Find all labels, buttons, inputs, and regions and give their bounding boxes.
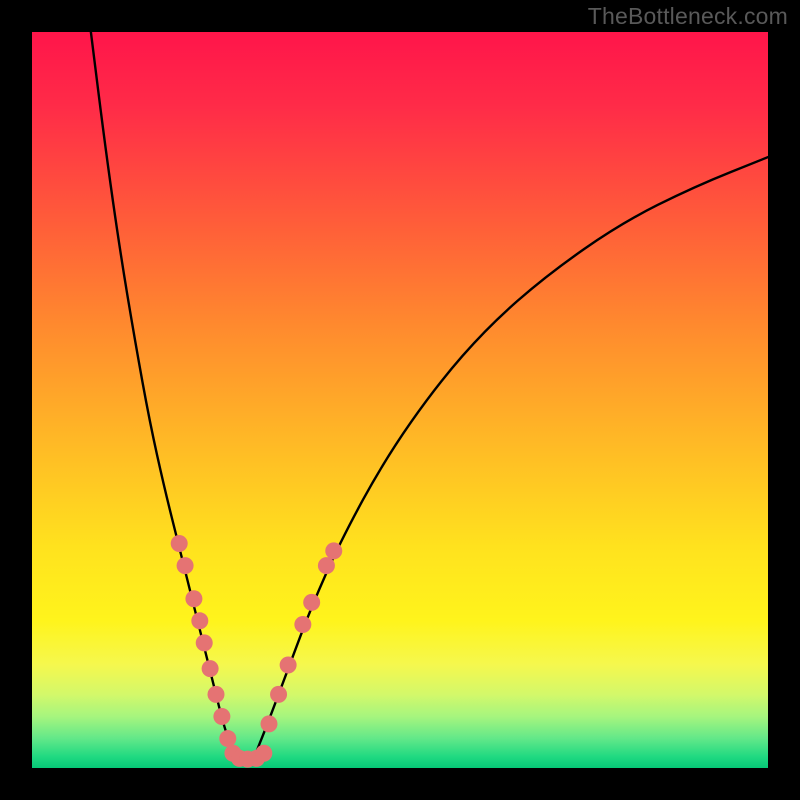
curves-layer bbox=[32, 32, 768, 768]
dot-left bbox=[219, 730, 236, 747]
dot-right bbox=[280, 656, 297, 673]
dot-left bbox=[177, 557, 194, 574]
data-dots bbox=[171, 535, 343, 768]
dot-left bbox=[185, 590, 202, 607]
plot-area bbox=[32, 32, 768, 768]
watermark-text: TheBottleneck.com bbox=[588, 3, 788, 30]
chart-frame: TheBottleneck.com bbox=[0, 0, 800, 800]
dot-left bbox=[196, 634, 213, 651]
dot-left bbox=[213, 708, 230, 725]
dot-right bbox=[325, 542, 342, 559]
dot-right bbox=[303, 594, 320, 611]
dot-right bbox=[270, 686, 287, 703]
dot-right bbox=[318, 557, 335, 574]
dot-bottom bbox=[255, 745, 272, 762]
dot-left bbox=[202, 660, 219, 677]
bottleneck-curve bbox=[91, 32, 768, 761]
v-curve bbox=[91, 32, 768, 761]
dot-left bbox=[171, 535, 188, 552]
dot-right bbox=[260, 715, 277, 732]
dot-right bbox=[294, 616, 311, 633]
dot-left bbox=[191, 612, 208, 629]
dot-left bbox=[208, 686, 225, 703]
